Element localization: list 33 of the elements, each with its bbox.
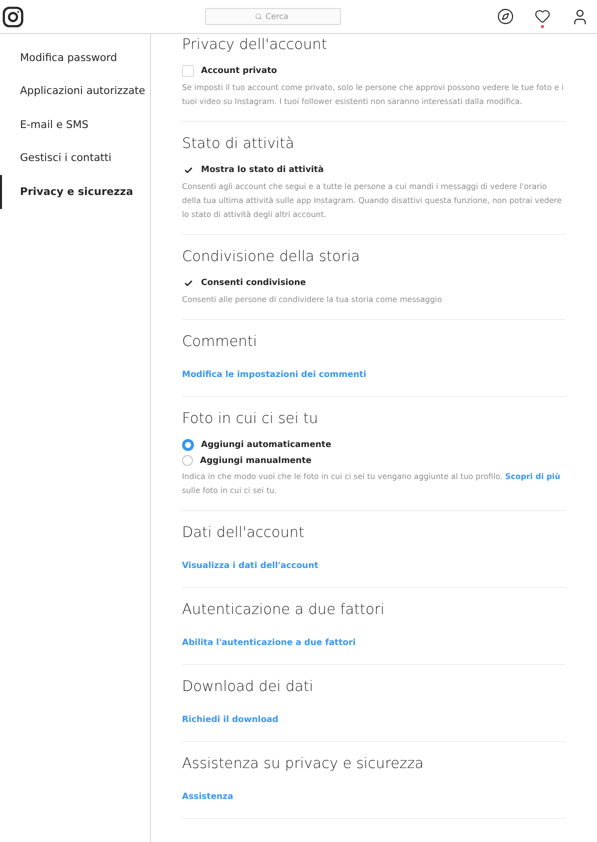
search-field[interactable]: Cerca <box>204 8 340 25</box>
sidebar-item[interactable]: Gestisci i contatti <box>0 142 150 175</box>
settings-link[interactable]: Richiedi il download <box>182 715 278 725</box>
section-title: Foto in cui ci sei tu <box>182 411 320 427</box>
sidebar-item[interactable]: E-mail e SMS <box>0 108 150 142</box>
option-label: Aggiungi automaticamente <box>201 440 332 450</box>
heart-icon[interactable] <box>534 8 551 24</box>
settings-link[interactable]: Visualizza i dati dell'account <box>182 561 318 571</box>
settings-link[interactable]: Abilita l'autenticazione a due fattori <box>182 638 356 648</box>
checkbox[interactable] <box>182 65 194 77</box>
option-label: Consenti condivisione <box>201 278 306 288</box>
section-title: Assistenza su privacy e sicurezza <box>182 756 425 772</box>
sidebar-item[interactable]: Modifica password <box>0 41 150 74</box>
settings-link[interactable]: Modifica le impostazioni dei commenti <box>182 370 366 380</box>
section-title: Autenticazione a due fattori <box>182 602 386 618</box>
radio-button[interactable] <box>182 439 194 451</box>
sidebar-item[interactable]: Privacy e sicurezza <box>0 175 150 208</box>
section-title: Download dei dati <box>182 679 314 695</box>
compass-icon[interactable] <box>497 8 514 25</box>
option-label: Aggiungi manualmente <box>200 456 312 466</box>
option-label: Mostra lo stato di attività <box>201 165 324 175</box>
sidebar-item[interactable]: Applicazioni autorizzate <box>0 74 150 108</box>
section-title: Stato di attività <box>182 136 296 152</box>
search-icon <box>254 13 262 20</box>
section-title: Condivisione della storia <box>182 249 361 265</box>
radio-button[interactable] <box>182 455 193 466</box>
section-title: Dati dell'account <box>182 525 306 541</box>
settings-link[interactable]: Assistenza <box>182 792 234 802</box>
profile-icon[interactable] <box>571 8 589 26</box>
section-title: Commenti <box>182 334 258 350</box>
option-label: Account privato <box>201 66 277 76</box>
camera-logo-icon[interactable] <box>2 6 24 28</box>
section-title: Privacy dell'account <box>182 37 328 53</box>
